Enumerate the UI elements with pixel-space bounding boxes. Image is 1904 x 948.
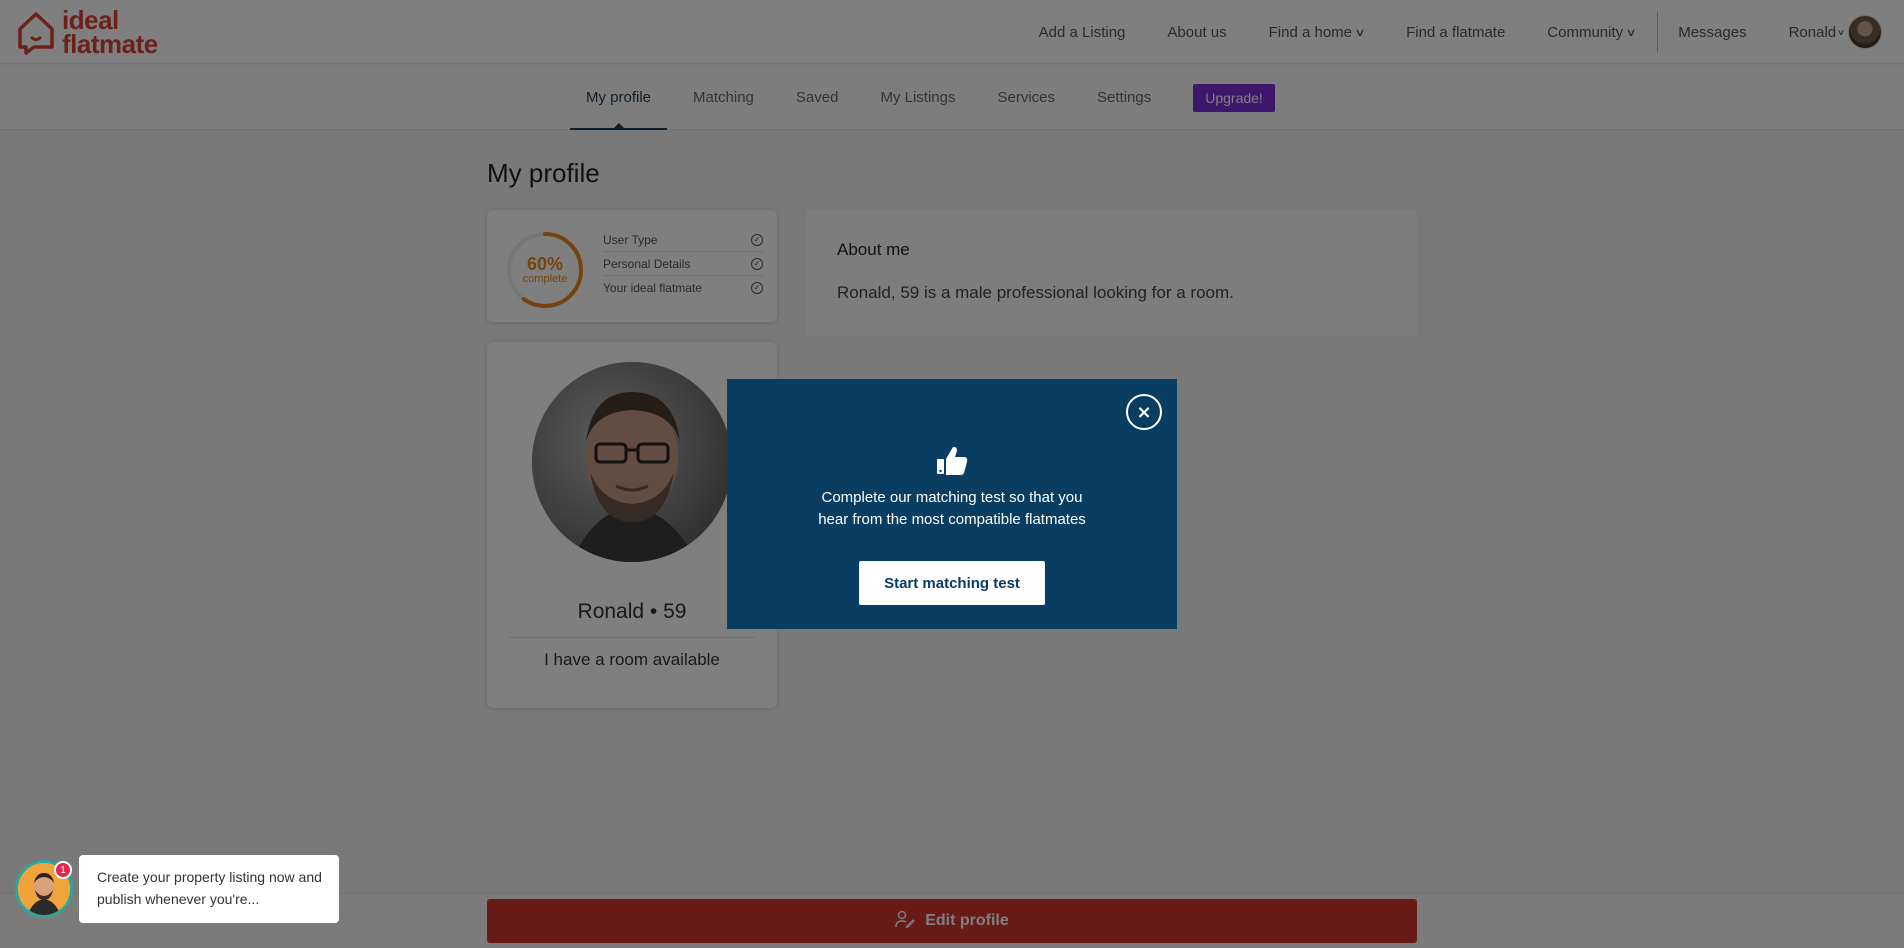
close-button[interactable]: ×	[1126, 394, 1162, 430]
close-icon: ×	[1136, 401, 1152, 423]
start-matching-test-button[interactable]: Start matching test	[859, 561, 1045, 605]
thumbs-up-icon	[937, 446, 968, 475]
modal-message: Complete our matching test so that you h…	[818, 489, 1086, 528]
matching-test-modal: × Complete our matching test so that you…	[727, 379, 1177, 629]
chat-message-bubble[interactable]: Create your property listing now and pub…	[79, 855, 339, 923]
notification-badge: 1	[54, 861, 72, 879]
